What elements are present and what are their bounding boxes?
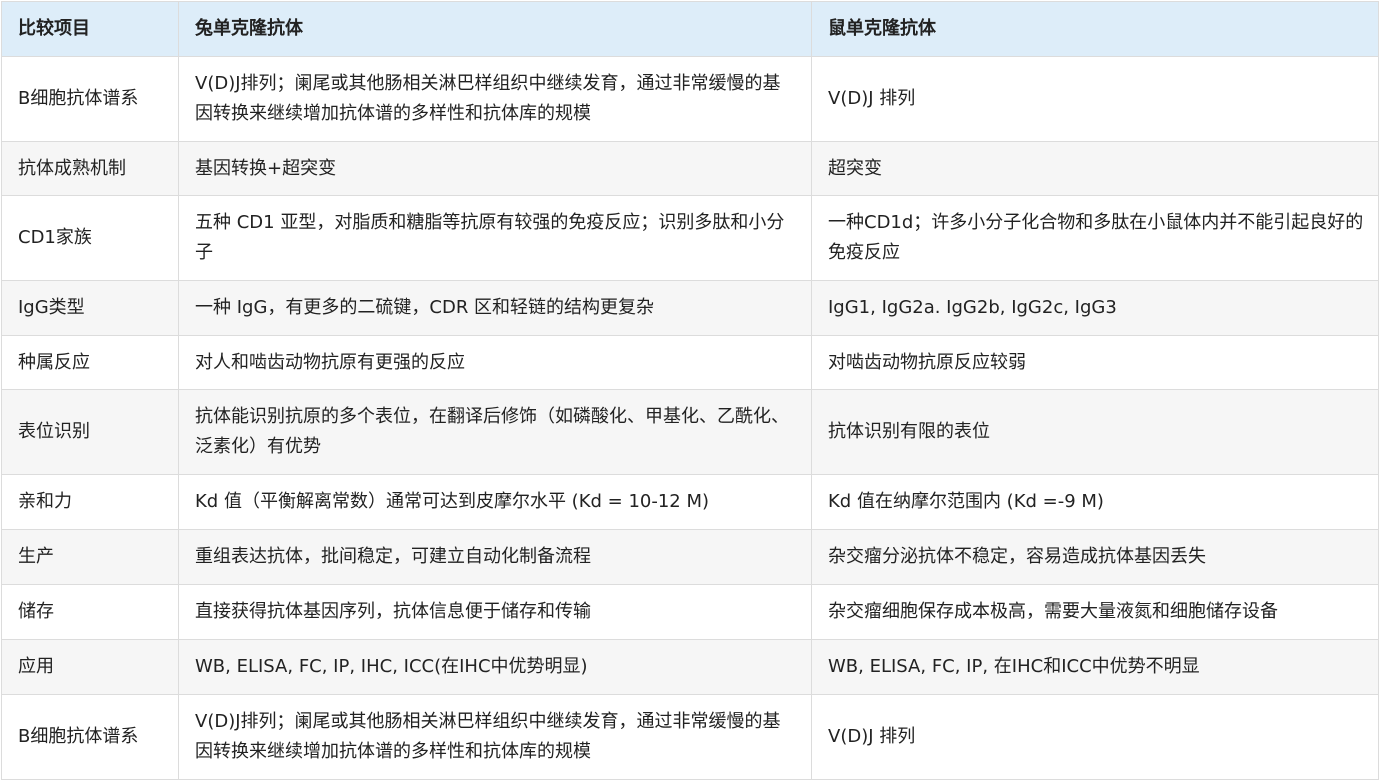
- cell-mouse: Kd 值在纳摩尔范围内 (Kd =-9 M): [811, 474, 1379, 530]
- comparison-table: 比较项目 兔单克隆抗体 鼠单克隆抗体 B细胞抗体谱系 V(D)J排列；阑尾或其他…: [1, 1, 1379, 780]
- cell-mouse: 一种CD1d；许多小分子化合物和多肽在小鼠体内并不能引起良好的免疫反应: [811, 195, 1379, 281]
- table-row: B细胞抗体谱系 V(D)J排列；阑尾或其他肠相关淋巴样组织中继续发育，通过非常缓…: [1, 694, 1379, 780]
- cell-rabbit: 重组表达抗体，批间稳定，可建立自动化制备流程: [178, 529, 812, 585]
- cell-item: 应用: [1, 639, 179, 695]
- cell-rabbit: 一种 IgG，有更多的二硫键，CDR 区和轻链的结构更复杂: [178, 280, 812, 336]
- header-rabbit: 兔单克隆抗体: [178, 1, 812, 57]
- cell-rabbit: Kd 值（平衡解离常数）通常可达到皮摩尔水平 (Kd = 10-12 M): [178, 474, 812, 530]
- cell-rabbit: V(D)J排列；阑尾或其他肠相关淋巴样组织中继续发育，通过非常缓慢的基因转换来继…: [178, 694, 812, 780]
- cell-mouse: 对啮齿动物抗原反应较弱: [811, 335, 1379, 390]
- header-item: 比较项目: [1, 1, 179, 57]
- header-mouse: 鼠单克隆抗体: [811, 1, 1379, 57]
- table-row: CD1家族 五种 CD1 亚型，对脂质和糖脂等抗原有较强的免疫反应；识别多肽和小…: [1, 195, 1379, 281]
- cell-mouse: V(D)J 排列: [811, 694, 1379, 780]
- cell-rabbit: 抗体能识别抗原的多个表位，在翻译后修饰（如磷酸化、甲基化、乙酰化、泛素化）有优势: [178, 389, 812, 475]
- cell-rabbit: V(D)J排列；阑尾或其他肠相关淋巴样组织中继续发育，通过非常缓慢的基因转换来继…: [178, 56, 812, 142]
- cell-item: 生产: [1, 529, 179, 585]
- cell-item: 抗体成熟机制: [1, 141, 179, 196]
- cell-item: 表位识别: [1, 389, 179, 475]
- cell-mouse: 杂交瘤分泌抗体不稳定，容易造成抗体基因丢失: [811, 529, 1379, 585]
- cell-item: B细胞抗体谱系: [1, 56, 179, 142]
- cell-mouse: V(D)J 排列: [811, 56, 1379, 142]
- table-row: 储存 直接获得抗体基因序列，抗体信息便于储存和传输 杂交瘤细胞保存成本极高，需要…: [1, 584, 1379, 640]
- header-row: 比较项目 兔单克隆抗体 鼠单克隆抗体: [1, 1, 1379, 57]
- cell-rabbit: WB, ELISA, FC, IP, IHC, ICC(在IHC中优势明显): [178, 639, 812, 695]
- cell-mouse: WB, ELISA, FC, IP, 在IHC和ICC中优势不明显: [811, 639, 1379, 695]
- cell-rabbit: 基因转换+超突变: [178, 141, 812, 196]
- cell-item: 亲和力: [1, 474, 179, 530]
- cell-mouse: 超突变: [811, 141, 1379, 196]
- cell-rabbit: 直接获得抗体基因序列，抗体信息便于储存和传输: [178, 584, 812, 640]
- cell-mouse: 杂交瘤细胞保存成本极高，需要大量液氮和细胞储存设备: [811, 584, 1379, 640]
- table-row: 亲和力 Kd 值（平衡解离常数）通常可达到皮摩尔水平 (Kd = 10-12 M…: [1, 474, 1379, 530]
- cell-mouse: 抗体识别有限的表位: [811, 389, 1379, 475]
- table-row: 抗体成熟机制 基因转换+超突变 超突变: [1, 141, 1379, 196]
- table-row: IgG类型 一种 IgG，有更多的二硫键，CDR 区和轻链的结构更复杂 IgG1…: [1, 280, 1379, 336]
- cell-item: CD1家族: [1, 195, 179, 281]
- cell-item: B细胞抗体谱系: [1, 694, 179, 780]
- table-row: B细胞抗体谱系 V(D)J排列；阑尾或其他肠相关淋巴样组织中继续发育，通过非常缓…: [1, 56, 1379, 142]
- cell-item: 种属反应: [1, 335, 179, 390]
- cell-mouse: IgG1, IgG2a. IgG2b, IgG2c, IgG3: [811, 280, 1379, 336]
- table-row: 生产 重组表达抗体，批间稳定，可建立自动化制备流程 杂交瘤分泌抗体不稳定，容易造…: [1, 529, 1379, 585]
- table-row: 种属反应 对人和啮齿动物抗原有更强的反应 对啮齿动物抗原反应较弱: [1, 335, 1379, 390]
- table-row: 应用 WB, ELISA, FC, IP, IHC, ICC(在IHC中优势明显…: [1, 639, 1379, 695]
- table-row: 表位识别 抗体能识别抗原的多个表位，在翻译后修饰（如磷酸化、甲基化、乙酰化、泛素…: [1, 389, 1379, 475]
- cell-item: IgG类型: [1, 280, 179, 336]
- cell-item: 储存: [1, 584, 179, 640]
- cell-rabbit: 对人和啮齿动物抗原有更强的反应: [178, 335, 812, 390]
- cell-rabbit: 五种 CD1 亚型，对脂质和糖脂等抗原有较强的免疫反应；识别多肽和小分子: [178, 195, 812, 281]
